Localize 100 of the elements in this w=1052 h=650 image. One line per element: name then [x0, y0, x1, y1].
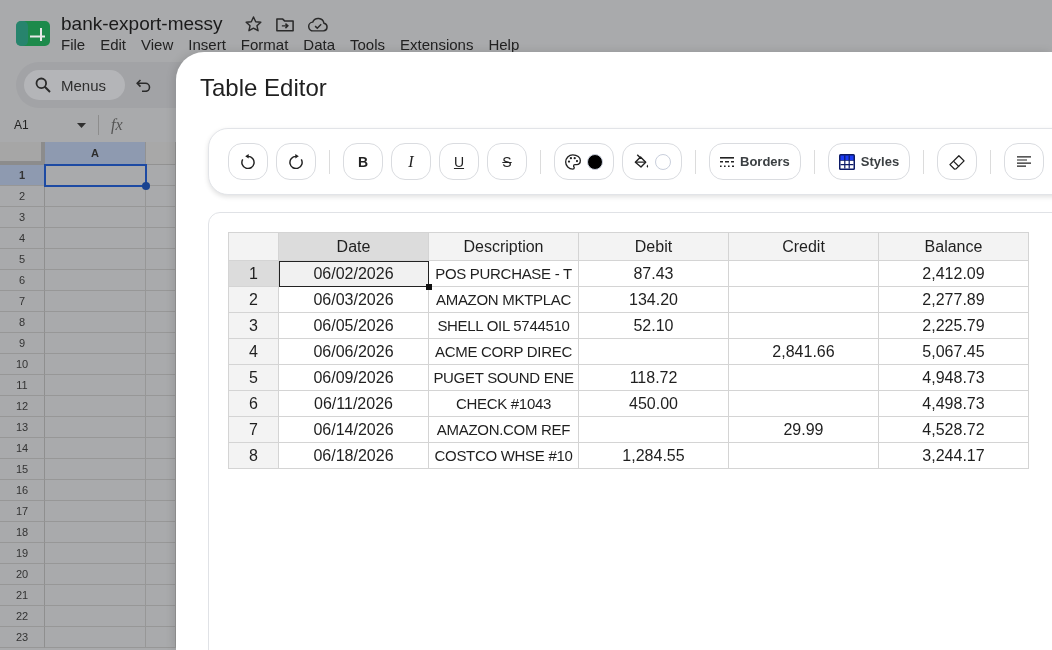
clear-formatting-button[interactable]: [937, 143, 978, 180]
table-cell: 2,841.66: [729, 339, 879, 365]
borders-button[interactable]: Borders: [709, 143, 801, 180]
menu-item[interactable]: Edit: [100, 37, 127, 53]
undo-button[interactable]: [228, 143, 268, 180]
table-cell: 4,528.72: [879, 417, 1029, 443]
row-header[interactable]: 13: [0, 417, 45, 438]
row-header[interactable]: 6: [229, 391, 279, 417]
eraser-icon: [949, 153, 966, 170]
underline-button[interactable]: U: [439, 143, 479, 180]
redo-button[interactable]: [276, 143, 316, 180]
strikethrough-button[interactable]: S: [487, 143, 527, 180]
row-header[interactable]: 16: [0, 480, 45, 501]
cloud-check-icon[interactable]: [307, 16, 328, 32]
selected-cell[interactable]: 06/02/2026: [279, 261, 429, 287]
table-cell: CHECK #1043: [429, 391, 579, 417]
row-header[interactable]: 5: [0, 249, 45, 270]
menu-item[interactable]: Data: [303, 37, 335, 53]
row-header[interactable]: 8: [0, 312, 45, 333]
fill-handle[interactable]: [142, 182, 150, 190]
table-cell: 450.00: [579, 391, 729, 417]
table-cell: 06/05/2026: [279, 313, 429, 339]
column-header[interactable]: Description: [429, 233, 579, 261]
row-header[interactable]: 23: [0, 627, 45, 648]
column-header[interactable]: A: [45, 142, 146, 165]
fill-handle[interactable]: [426, 284, 432, 290]
table-grid-icon: [838, 153, 855, 170]
row-header[interactable]: 2: [0, 186, 45, 207]
styles-button[interactable]: Styles: [827, 143, 911, 180]
table-cell: POS PURCHASE - T: [429, 261, 579, 287]
undo-icon[interactable]: [136, 78, 151, 92]
row-header[interactable]: 17: [0, 501, 45, 522]
table-cell: COSTCO WHSE #10: [429, 443, 579, 469]
function-label: fx: [111, 116, 123, 134]
bold-button[interactable]: B: [343, 143, 383, 180]
row-header[interactable]: 9: [0, 333, 45, 354]
menu-item[interactable]: Help: [488, 37, 520, 53]
row-header[interactable]: 20: [0, 564, 45, 585]
spreadsheet-logo-icon[interactable]: [16, 21, 50, 46]
dialog-title: Table Editor: [200, 74, 327, 102]
table-cell: 1,284.55: [579, 443, 729, 469]
row-header[interactable]: 3: [229, 313, 279, 339]
search-field[interactable]: Menus: [24, 70, 125, 100]
row-header[interactable]: 3: [0, 207, 45, 228]
folder-arrow-icon[interactable]: [275, 16, 294, 32]
row-header[interactable]: 6: [0, 270, 45, 291]
table-cell: 134.20: [579, 287, 729, 313]
column-header[interactable]: Credit: [729, 233, 879, 261]
menu-item[interactable]: Format: [240, 37, 289, 53]
row-header[interactable]: 7: [229, 417, 279, 443]
italic-button[interactable]: I: [391, 143, 431, 180]
table-cell: 52.10: [579, 313, 729, 339]
table-cell: AMAZON.COM REF: [429, 417, 579, 443]
row-header[interactable]: 22: [0, 606, 45, 627]
align-left-button[interactable]: [1004, 143, 1045, 180]
table-cell: 3,244.17: [879, 443, 1029, 469]
row-header[interactable]: 12: [0, 396, 45, 417]
column-header[interactable]: Date: [279, 233, 429, 261]
row-header[interactable]: 21: [0, 585, 45, 606]
palette-icon: [565, 153, 581, 170]
document-title[interactable]: bank-export-messy: [61, 12, 223, 36]
row-header[interactable]: 8: [229, 443, 279, 469]
table-cell: 29.99: [729, 417, 879, 443]
star-icon[interactable]: [244, 16, 262, 32]
caret-icon: [77, 122, 86, 128]
search-icon: [35, 77, 51, 93]
row-header[interactable]: 4: [229, 339, 279, 365]
table-cell: 2,412.09: [879, 261, 1029, 287]
menu-item[interactable]: Tools: [350, 37, 386, 53]
column-header[interactable]: Debit: [579, 233, 729, 261]
row-header[interactable]: 4: [0, 228, 45, 249]
row-header[interactable]: 2: [229, 287, 279, 313]
table-cell: 87.43: [579, 261, 729, 287]
fill-color-button[interactable]: [622, 143, 682, 180]
table-cell: 06/18/2026: [279, 443, 429, 469]
name-box[interactable]: A1: [0, 113, 92, 137]
row-header[interactable]: 11: [0, 375, 45, 396]
table-cell: 06/14/2026: [279, 417, 429, 443]
row-header[interactable]: 10: [0, 354, 45, 375]
table-cell: 06/11/2026: [279, 391, 429, 417]
borders-icon: [720, 156, 734, 167]
row-header[interactable]: 5: [229, 365, 279, 391]
table-cell: 06/09/2026: [279, 365, 429, 391]
row-header[interactable]: 1: [0, 165, 45, 186]
menu-item[interactable]: Extensions: [400, 37, 474, 53]
table-cell: 5,067.45: [879, 339, 1029, 365]
row-header[interactable]: 19: [0, 543, 45, 564]
row-header[interactable]: 7: [0, 291, 45, 312]
menu-item[interactable]: View: [141, 37, 174, 53]
menu-item[interactable]: Insert: [188, 37, 226, 53]
column-header[interactable]: Balance: [879, 233, 1029, 261]
row-header[interactable]: 14: [0, 438, 45, 459]
table-cell: ACME CORP DIREC: [429, 339, 579, 365]
row-header[interactable]: 15: [0, 459, 45, 480]
row-header[interactable]: 1: [229, 261, 279, 287]
table-cell: 06/06/2026: [279, 339, 429, 365]
row-header[interactable]: 18: [0, 522, 45, 543]
text-color-button[interactable]: [554, 143, 614, 180]
menu-item[interactable]: File: [61, 37, 86, 53]
table-cell: 118.72: [579, 365, 729, 391]
